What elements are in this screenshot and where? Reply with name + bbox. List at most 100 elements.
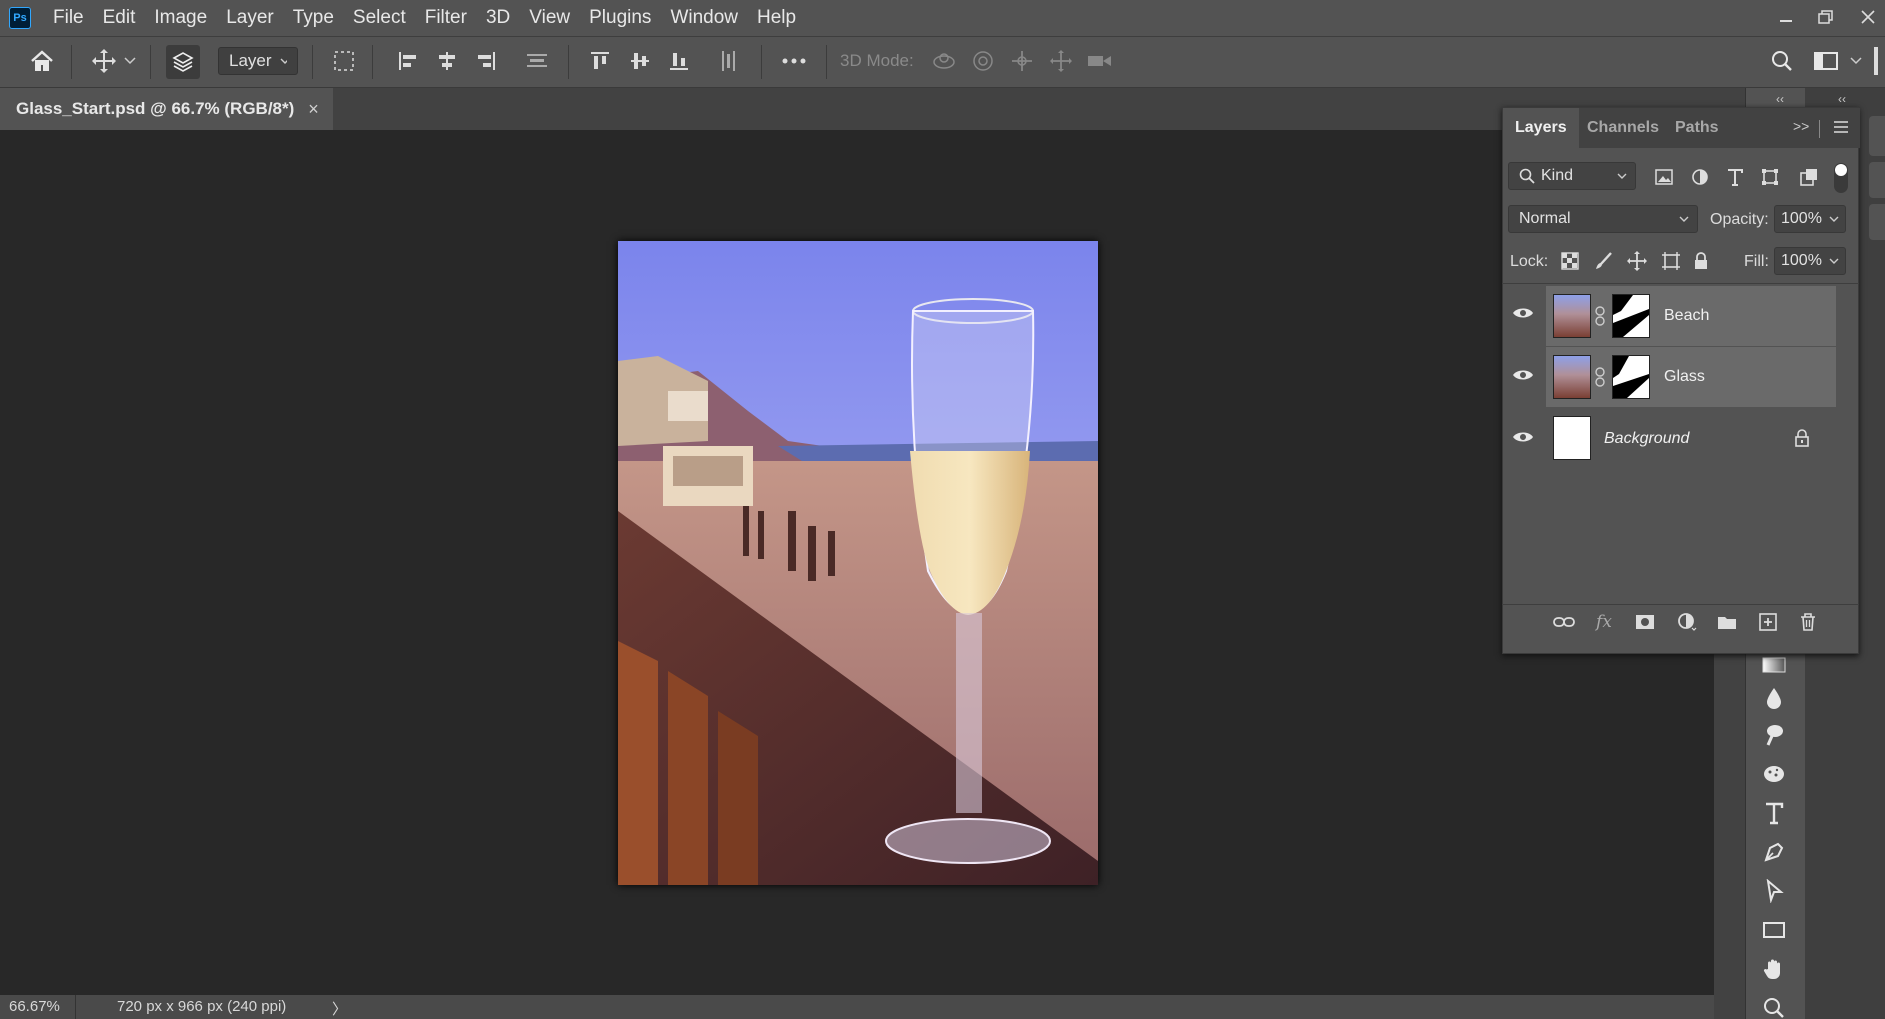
auto-select-layers-icon[interactable]	[166, 45, 200, 79]
lock-artboard-icon[interactable]	[1657, 247, 1685, 275]
zoom-tool-icon[interactable]	[1752, 989, 1796, 1019]
align-horizontal-center-icon[interactable]	[431, 45, 463, 77]
minimize-icon[interactable]	[1769, 4, 1803, 30]
tab-layers[interactable]: Layers	[1503, 108, 1579, 148]
eye-icon[interactable]	[1512, 430, 1534, 449]
workspace-icon[interactable]	[1810, 45, 1842, 77]
menu-layer[interactable]: Layer	[226, 7, 274, 29]
fill-field[interactable]: 100%	[1774, 247, 1846, 275]
menu-filter[interactable]: Filter	[425, 7, 467, 29]
layer-thumbnail[interactable]	[1553, 294, 1591, 338]
distribute-horizontal-icon[interactable]	[713, 45, 745, 77]
collapsed-panel-icon[interactable]	[1869, 162, 1885, 198]
opacity-field[interactable]: 100%	[1774, 205, 1846, 233]
collapsed-panel-icon[interactable]	[1869, 116, 1885, 156]
layer-mask-thumbnail[interactable]	[1612, 355, 1650, 399]
zoom-level[interactable]: 66.67%	[0, 995, 76, 1019]
tab-paths[interactable]: Paths	[1663, 108, 1731, 148]
layer-name-beach[interactable]: Beach	[1664, 307, 1709, 325]
layer-mask-thumbnail[interactable]	[1612, 294, 1650, 338]
folder-icon[interactable]	[1713, 608, 1741, 636]
home-icon[interactable]	[26, 45, 58, 77]
fx-icon[interactable]: fx	[1590, 608, 1618, 636]
lock-image-pixels-icon[interactable]	[1590, 247, 1618, 275]
menu-plugins[interactable]: Plugins	[589, 7, 651, 29]
mask-link-icon[interactable]	[1595, 306, 1605, 331]
move-tool-icon[interactable]	[88, 45, 120, 77]
document-tab[interactable]: Glass_Start.psd @ 66.7% (RGB/8*) ×	[0, 88, 333, 130]
adjustment-icon[interactable]	[1673, 608, 1701, 636]
pixel-filter-icon[interactable]	[1650, 163, 1678, 191]
smart-object-filter-icon[interactable]	[1795, 163, 1823, 191]
align-bottom-icon[interactable]	[663, 45, 695, 77]
document-image[interactable]	[618, 241, 1098, 885]
dodge-tool-icon[interactable]	[1752, 716, 1796, 754]
transform-controls-icon[interactable]	[328, 45, 360, 77]
menu-select[interactable]: Select	[353, 7, 406, 29]
path-selection-tool-icon[interactable]	[1752, 872, 1796, 910]
status-menu-arrow[interactable]: 〉	[332, 998, 347, 1019]
more-options-icon[interactable]	[778, 45, 810, 77]
close-window-icon[interactable]	[1851, 4, 1885, 30]
menu-3d[interactable]: 3D	[486, 7, 510, 29]
scale-3d-camera-icon[interactable]	[1084, 45, 1116, 77]
shape-filter-icon[interactable]	[1756, 163, 1784, 191]
align-left-icon[interactable]	[392, 45, 424, 77]
collapse-panels-icon[interactable]: ‹‹	[1776, 92, 1784, 106]
slide-3d-icon[interactable]	[1045, 45, 1077, 77]
chevron-down-icon[interactable]	[1846, 45, 1866, 77]
type-tool-icon[interactable]	[1752, 794, 1796, 832]
collapsed-panel-icon[interactable]	[1869, 204, 1885, 240]
auto-select-target-select[interactable]: Layer	[218, 47, 298, 75]
tab-channels[interactable]: Channels	[1575, 108, 1671, 148]
layer-name-glass[interactable]: Glass	[1664, 368, 1705, 386]
eye-icon[interactable]	[1512, 306, 1534, 325]
filter-kind-select[interactable]: Kind	[1508, 162, 1636, 190]
restore-icon[interactable]	[1809, 4, 1843, 30]
lock-all-icon[interactable]	[1687, 247, 1715, 275]
sponge-tool-icon[interactable]	[1752, 755, 1796, 793]
close-tab-icon[interactable]: ×	[308, 99, 319, 120]
align-top-icon[interactable]	[584, 45, 616, 77]
align-vertical-center-icon[interactable]	[624, 45, 656, 77]
trash-icon[interactable]	[1794, 608, 1822, 636]
pan-3d-icon[interactable]	[1006, 45, 1038, 77]
menu-file[interactable]: File	[53, 7, 84, 29]
panel-menu-icon[interactable]	[1833, 120, 1849, 139]
expand-panel-icon[interactable]: >>	[1793, 118, 1809, 134]
orbit-3d-icon[interactable]	[928, 45, 960, 77]
layer-lock-icon[interactable]	[1795, 429, 1809, 452]
rectangle-tool-icon[interactable]	[1752, 911, 1796, 949]
search-icon[interactable]	[1766, 45, 1798, 77]
new-layer-icon[interactable]	[1754, 608, 1782, 636]
menu-type[interactable]: Type	[293, 7, 334, 29]
mask-link-icon[interactable]	[1595, 367, 1605, 392]
roll-3d-icon[interactable]	[967, 45, 999, 77]
chevron-down-icon[interactable]	[120, 45, 140, 77]
document-info[interactable]: 720 px x 966 px (240 ppi)	[117, 998, 286, 1015]
align-right-icon[interactable]	[470, 45, 502, 77]
menu-view[interactable]: View	[529, 7, 570, 29]
blend-mode-select[interactable]: Normal	[1508, 205, 1698, 233]
lock-position-icon[interactable]	[1623, 247, 1651, 275]
lock-transparent-pixels-icon[interactable]	[1556, 247, 1584, 275]
filter-toggle[interactable]	[1834, 163, 1848, 193]
menu-edit[interactable]: Edit	[103, 7, 136, 29]
type-filter-icon[interactable]	[1721, 163, 1749, 191]
collapse-panels-icon[interactable]: ‹‹	[1838, 92, 1846, 106]
adjustment-filter-icon[interactable]	[1686, 163, 1714, 191]
layer-name-background[interactable]: Background	[1604, 430, 1689, 448]
layer-thumbnail[interactable]	[1553, 355, 1591, 399]
blur-tool-icon[interactable]	[1752, 679, 1796, 717]
menu-window[interactable]: Window	[670, 7, 738, 29]
layer-thumbnail[interactable]	[1553, 416, 1591, 460]
filter-kind-value: Kind	[1541, 167, 1574, 184]
link-icon[interactable]	[1550, 608, 1578, 636]
menu-help[interactable]: Help	[757, 7, 796, 29]
distribute-vertical-icon[interactable]	[521, 45, 553, 77]
mask-icon[interactable]	[1631, 608, 1659, 636]
menu-image[interactable]: Image	[154, 7, 207, 29]
pen-tool-icon[interactable]	[1752, 833, 1796, 871]
eye-icon[interactable]	[1512, 368, 1534, 387]
hand-tool-icon[interactable]	[1752, 950, 1796, 988]
